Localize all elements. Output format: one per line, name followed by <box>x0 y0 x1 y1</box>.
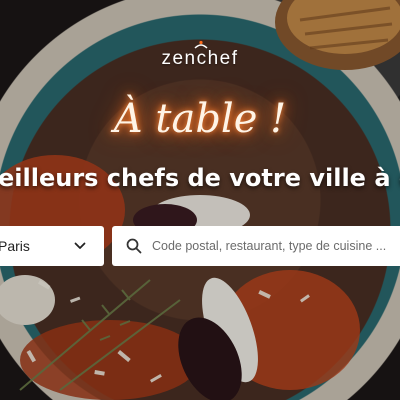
chevron-down-icon <box>74 242 86 249</box>
hero-section: zenchef À table ! eilleurs chefs de votr… <box>0 0 400 400</box>
brand-logo[interactable]: zenchef <box>0 40 400 70</box>
hero-headline: À table ! <box>113 96 287 142</box>
search-box[interactable] <box>112 226 400 266</box>
search-icon <box>126 238 142 254</box>
hero-tagline: eilleurs chefs de votre ville à emp <box>0 164 400 192</box>
city-select-value: Paris <box>0 238 30 254</box>
chef-hat-icon <box>194 40 208 49</box>
brand-name: zenchef <box>161 48 239 69</box>
search-input[interactable] <box>152 239 400 253</box>
city-select[interactable]: Paris <box>0 226 104 266</box>
